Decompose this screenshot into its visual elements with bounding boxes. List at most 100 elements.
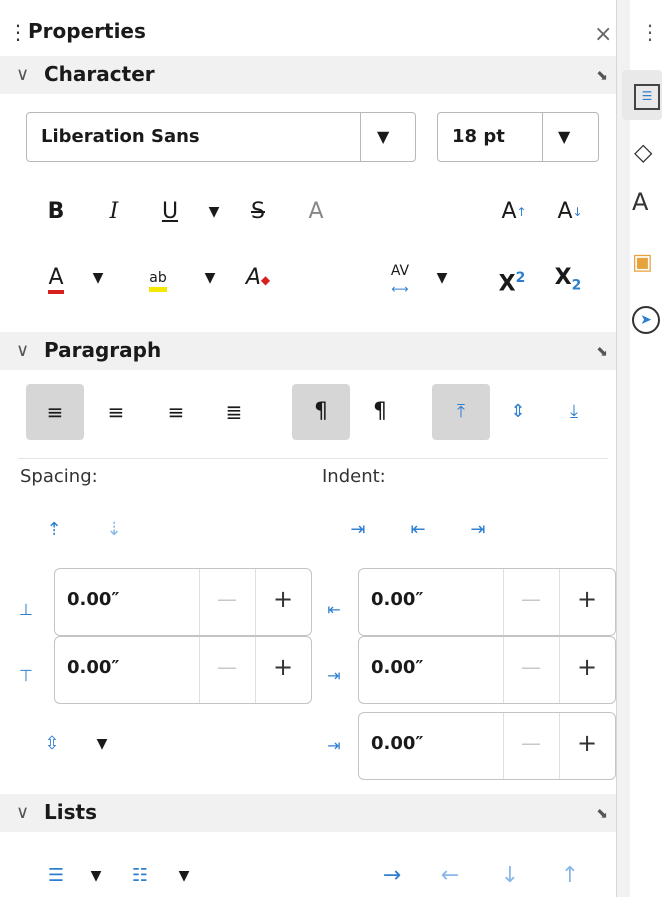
below-spacing-value: 0.00″: [67, 657, 120, 678]
more-options-icon[interactable]: ⬊: [596, 344, 608, 360]
first-line-indent-spinbox[interactable]: 0.00″ — +: [358, 712, 616, 780]
grow-font-icon: A: [501, 199, 517, 224]
more-options-icon[interactable]: ⬊: [596, 806, 608, 822]
below-spacing-spinbox[interactable]: 0.00″ — +: [54, 636, 312, 704]
character-section-header[interactable]: ∨ Character ⬊: [0, 56, 616, 94]
superscript-button[interactable]: X2: [494, 262, 530, 296]
highlight-color-button[interactable]: ab: [140, 262, 176, 294]
first-line-indent-decrement[interactable]: —: [517, 731, 545, 755]
move-up-arrow-icon[interactable]: ↑: [552, 860, 588, 892]
properties-icon: ☰: [634, 84, 660, 110]
sidebar-tab-bar: ⋮ ☰ ◇ A ▣ ➤: [622, 0, 665, 897]
align-left-button[interactable]: ≡: [26, 384, 84, 440]
highlight-dropdown-icon[interactable]: ▼: [192, 262, 228, 294]
underline-dropdown-icon[interactable]: ▼: [196, 196, 232, 228]
after-indent-spinbox[interactable]: 0.00″ — +: [358, 636, 616, 704]
ltr-direction-button[interactable]: ¶: [292, 384, 350, 440]
indent-label: Indent:: [322, 466, 386, 487]
shapes-tab-icon[interactable]: ◇: [634, 138, 652, 166]
paragraph-section-title: Paragraph: [44, 338, 162, 362]
align-middle-icon[interactable]: ⇕: [500, 396, 536, 428]
ordered-list-icon[interactable]: ☷: [122, 860, 158, 892]
ordered-list-dropdown-icon[interactable]: ▼: [166, 860, 202, 892]
paragraph-ltr-icon: ¶: [314, 399, 328, 424]
align-bottom-icon[interactable]: ⤓: [556, 396, 592, 428]
font-size-dropdown-icon[interactable]: ▼: [558, 127, 570, 146]
above-spacing-increment[interactable]: +: [269, 585, 297, 613]
increase-spacing-icon[interactable]: ⇡: [36, 514, 72, 546]
align-right-icon[interactable]: ≡: [158, 396, 194, 428]
align-top-button[interactable]: ⤒: [432, 384, 490, 440]
more-options-icon[interactable]: ⬊: [596, 68, 608, 84]
decrease-spacing-icon[interactable]: ⇣: [96, 514, 132, 546]
after-indent-increment[interactable]: +: [573, 653, 601, 681]
chevron-down-icon: ∨: [16, 340, 30, 361]
before-indent-decrement[interactable]: —: [517, 587, 545, 611]
before-indent-increment[interactable]: +: [573, 585, 601, 613]
shadow-button[interactable]: A: [298, 196, 334, 228]
first-line-indent-icon: ⇥: [327, 736, 341, 755]
panel-grip-icon[interactable]: ⋮: [8, 20, 28, 44]
italic-button[interactable]: I: [96, 196, 132, 228]
lists-section-header[interactable]: ∨ Lists ⬊: [0, 794, 616, 832]
navigator-tab-icon[interactable]: ➤: [632, 306, 660, 334]
before-indent-spinbox[interactable]: 0.00″ — +: [358, 568, 616, 636]
font-size-value: 18 pt: [452, 126, 505, 147]
increase-indent-icon[interactable]: ⇥: [340, 514, 376, 546]
shrink-font-button[interactable]: A↓: [552, 196, 588, 228]
grow-font-button[interactable]: A↑: [496, 196, 532, 228]
line-spacing-dropdown-icon[interactable]: ▼: [84, 728, 120, 760]
chevron-down-icon: ∨: [16, 802, 30, 823]
clear-formatting-button[interactable]: A◆: [240, 262, 276, 294]
underline-button[interactable]: U: [152, 196, 188, 228]
character-spacing-button[interactable]: AV ⟷: [382, 262, 418, 296]
line-spacing-icon[interactable]: ⇳: [34, 728, 70, 760]
unordered-list-dropdown-icon[interactable]: ▼: [78, 860, 114, 892]
styles-tab-icon[interactable]: A: [632, 188, 648, 216]
hanging-indent-icon[interactable]: ⇥: [460, 514, 496, 546]
below-spacing-icon: ⊤: [19, 666, 33, 685]
shrink-font-icon: A: [557, 199, 573, 224]
character-spacing-dropdown-icon[interactable]: ▼: [424, 262, 460, 294]
spacing-label: Spacing:: [20, 466, 98, 487]
panel-title: Properties: [28, 19, 146, 43]
font-size-combo[interactable]: 18 pt ▼: [437, 112, 599, 162]
decrease-indent-icon[interactable]: ⇤: [400, 514, 436, 546]
align-left-icon: ≡: [46, 400, 64, 424]
below-spacing-decrement[interactable]: —: [213, 655, 241, 679]
align-justify-icon[interactable]: ≣: [216, 396, 252, 428]
font-name-combo[interactable]: Liberation Sans ▼: [26, 112, 416, 162]
first-line-indent-value: 0.00″: [371, 733, 424, 754]
tabbar-menu-icon[interactable]: ⋮: [640, 20, 660, 44]
before-indent-value: 0.00″: [371, 589, 424, 610]
character-section-title: Character: [44, 62, 155, 86]
above-spacing-decrement[interactable]: —: [213, 587, 241, 611]
chevron-down-icon: ∨: [16, 64, 30, 85]
font-name-dropdown-icon[interactable]: ▼: [377, 127, 389, 146]
after-indent-value: 0.00″: [371, 657, 424, 678]
promote-arrow-icon[interactable]: ←: [432, 860, 468, 892]
demote-arrow-icon[interactable]: →: [374, 860, 410, 892]
unordered-list-icon[interactable]: ☰: [38, 860, 74, 892]
paragraph-section-header[interactable]: ∨ Paragraph ⬊: [0, 332, 616, 370]
subscript-button[interactable]: X2: [550, 262, 586, 294]
properties-panel: ⋮ Properties × ∨ Character ⬊ Liberation …: [0, 0, 616, 897]
below-spacing-increment[interactable]: +: [269, 653, 297, 681]
bold-button[interactable]: B: [38, 196, 74, 228]
font-color-dropdown-icon[interactable]: ▼: [80, 262, 116, 294]
properties-tab[interactable]: ☰: [622, 70, 662, 120]
align-top-icon: ⤒: [457, 401, 465, 422]
font-color-button[interactable]: A: [38, 262, 74, 294]
above-spacing-spinbox[interactable]: 0.00″ — +: [54, 568, 312, 636]
first-line-indent-increment[interactable]: +: [573, 729, 601, 757]
above-spacing-icon: ⊥: [19, 600, 33, 619]
gallery-tab-icon[interactable]: ▣: [632, 250, 653, 275]
panel-divider[interactable]: [616, 0, 631, 897]
align-center-icon[interactable]: ≡: [98, 396, 134, 428]
strikethrough-button[interactable]: S: [240, 196, 276, 228]
panel-close-button[interactable]: ×: [594, 22, 612, 47]
paragraph-rtl-icon[interactable]: ¶: [362, 396, 398, 428]
after-indent-decrement[interactable]: —: [517, 655, 545, 679]
move-down-arrow-icon[interactable]: ↓: [492, 860, 528, 892]
lists-section-title: Lists: [44, 800, 97, 824]
